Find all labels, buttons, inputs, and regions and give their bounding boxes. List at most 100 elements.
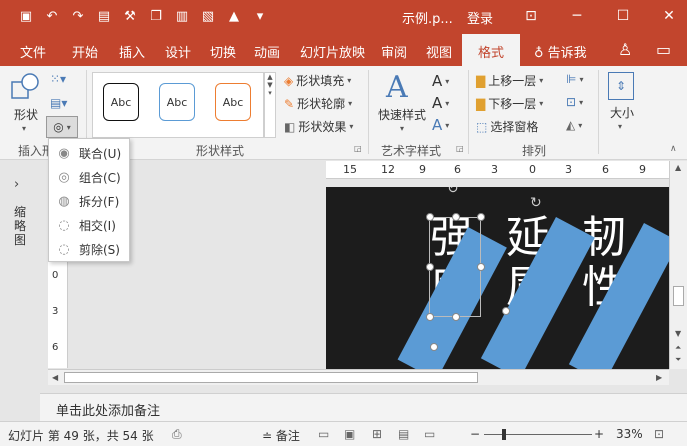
- tell-me-search[interactable]: ♁ 告诉我: [534, 42, 587, 61]
- dialog-launcher-icon[interactable]: ◲: [354, 144, 362, 153]
- bring-forward-button[interactable]: ▇ 上移一层 ▾: [476, 72, 543, 89]
- minimize-icon[interactable]: ─: [554, 4, 600, 28]
- notes-pane[interactable]: 单击此处添加备注: [40, 393, 687, 421]
- wordart-icon[interactable]: A: [386, 70, 408, 105]
- scroll-thumb[interactable]: [64, 372, 478, 383]
- notes-placeholder[interactable]: 单击此处添加备注: [56, 400, 160, 419]
- shape-outline-button[interactable]: ✎ 形状轮廓 ▾: [284, 95, 352, 112]
- rotate-handle-icon[interactable]: ↻: [530, 195, 542, 211]
- comments-status-icon[interactable]: ▭: [318, 427, 329, 441]
- quick-styles-button[interactable]: 快速样式: [378, 106, 426, 123]
- tab-transitions[interactable]: 切换: [210, 42, 236, 61]
- notes-toggle[interactable]: ≐ 备注: [262, 427, 300, 444]
- account-icon[interactable]: ♙: [618, 40, 632, 59]
- align-icon[interactable]: ⊫ ▾: [566, 72, 583, 86]
- resize-handle[interactable]: [426, 213, 434, 221]
- save-icon[interactable]: ▣: [14, 6, 38, 28]
- tab-design[interactable]: 设计: [165, 42, 191, 61]
- shape-label[interactable]: 形状: [14, 106, 38, 123]
- group-icon[interactable]: ⊡ ▾: [566, 95, 583, 109]
- scroll-down-icon[interactable]: ▼: [675, 329, 681, 338]
- collapse-ribbon-icon[interactable]: ∧: [670, 144, 677, 154]
- expand-thumbnails-icon[interactable]: ›: [14, 177, 19, 192]
- slide-canvas[interactable]: 强 度 延 属 韧 性 ↻ ↻: [68, 179, 669, 369]
- text-effects-icon[interactable]: A ▾: [432, 116, 449, 134]
- size-button[interactable]: 大小: [610, 104, 634, 121]
- tab-insert[interactable]: 插入: [119, 42, 145, 61]
- customize-icon[interactable]: ▾: [248, 6, 272, 28]
- resize-handle[interactable]: [452, 313, 460, 321]
- slide-sorter-icon[interactable]: ⊞: [372, 427, 382, 441]
- copy-icon[interactable]: ❐: [144, 6, 168, 28]
- tab-home[interactable]: 开始: [72, 42, 98, 61]
- zoom-out-icon[interactable]: −: [470, 427, 480, 441]
- scroll-right-icon[interactable]: ▶: [656, 373, 662, 382]
- fit-to-window-icon[interactable]: ⊡: [654, 427, 664, 441]
- rotate-handle-icon[interactable]: ↻: [447, 187, 459, 197]
- tab-view[interactable]: 视图: [426, 42, 452, 61]
- size-icon[interactable]: ⇕: [608, 72, 634, 100]
- chevron-down-icon[interactable]: ▾: [400, 124, 404, 133]
- rotate-icon[interactable]: ◭ ▾: [566, 118, 582, 132]
- zoom-level[interactable]: 33%: [616, 427, 643, 441]
- tab-file[interactable]: 文件: [20, 42, 46, 61]
- tab-slideshow[interactable]: 幻灯片放映: [300, 42, 365, 61]
- maximize-icon[interactable]: ☐: [600, 4, 646, 28]
- comments-icon[interactable]: ▭: [656, 40, 671, 59]
- start-icon[interactable]: ▤: [92, 6, 116, 28]
- scroll-thumb[interactable]: [673, 286, 684, 306]
- tab-format[interactable]: 格式: [462, 34, 521, 66]
- menu-item-intersect[interactable]: ◌ 相交(I): [49, 213, 129, 237]
- selection-pane-button[interactable]: ⬚ 选择窗格: [476, 118, 538, 135]
- style-gallery-scroll[interactable]: ▲ ▼ ▾: [264, 72, 276, 138]
- close-icon[interactable]: ✕: [646, 4, 687, 28]
- merge-shapes-button[interactable]: ◎ ▾: [46, 116, 78, 138]
- send-backward-button[interactable]: ▇ 下移一层 ▾: [476, 95, 543, 112]
- more-icon[interactable]: ▲: [222, 6, 246, 28]
- text-outline-icon[interactable]: A ▾: [432, 94, 449, 112]
- shape-fill-button[interactable]: ◈ 形状填充 ▾: [284, 72, 351, 89]
- text-box-icon[interactable]: ▤▾: [50, 96, 67, 110]
- scroll-left-icon[interactable]: ◀: [52, 373, 58, 382]
- tab-animations[interactable]: 动画: [254, 42, 280, 61]
- next-slide-icon[interactable]: ⏷: [675, 355, 681, 365]
- menu-item-combine[interactable]: ◎ 组合(C): [49, 165, 129, 189]
- vertical-scrollbar[interactable]: ▲ ▼ ⏶ ⏷: [669, 161, 687, 369]
- spellcheck-icon[interactable]: ⎙: [172, 427, 182, 442]
- resize-handle[interactable]: [502, 307, 510, 315]
- resize-handle[interactable]: [452, 213, 460, 221]
- resize-handle[interactable]: [426, 263, 434, 271]
- menu-item-union[interactable]: ◉ 联合(U): [49, 141, 129, 165]
- resize-handle[interactable]: [477, 263, 485, 271]
- menu-item-fragment[interactable]: ◍ 拆分(F): [49, 189, 129, 213]
- scroll-up-icon[interactable]: ▲: [675, 163, 681, 172]
- undo-icon[interactable]: ↶: [40, 6, 64, 28]
- shapes-icon[interactable]: ▥: [170, 6, 194, 28]
- shape-gallery-button[interactable]: [10, 72, 40, 100]
- resize-handle[interactable]: [430, 343, 438, 351]
- tab-review[interactable]: 审阅: [381, 42, 407, 61]
- reading-view-icon[interactable]: ▤: [398, 427, 409, 441]
- shape-dropdown-icon[interactable]: ▾: [22, 124, 26, 133]
- edit-shape-icon[interactable]: ⁙▾: [50, 72, 66, 86]
- shape-style-3[interactable]: Abc: [215, 83, 251, 121]
- shape-style-2[interactable]: Abc: [159, 83, 195, 121]
- zoom-slider-thumb[interactable]: [502, 429, 506, 440]
- shape-effects-button[interactable]: ◧ 形状效果 ▾: [284, 118, 353, 135]
- slideshow-icon[interactable]: ▭: [424, 427, 435, 441]
- zoom-slider[interactable]: [484, 434, 592, 435]
- thumbnail-pane-label[interactable]: 缩略图: [14, 205, 28, 247]
- chevron-down-icon[interactable]: ▾: [618, 122, 622, 131]
- paste-icon[interactable]: ▧: [196, 6, 220, 28]
- zoom-in-icon[interactable]: +: [594, 427, 604, 441]
- horizontal-scrollbar[interactable]: ◀ ▶: [48, 369, 669, 385]
- dialog-launcher-icon[interactable]: ◲: [456, 144, 464, 153]
- text-fill-icon[interactable]: A ▾: [432, 72, 449, 90]
- resize-handle[interactable]: [477, 213, 485, 221]
- menu-item-subtract[interactable]: ◌ 剪除(S): [49, 237, 129, 261]
- slide[interactable]: 强 度 延 属 韧 性 ↻ ↻: [326, 187, 669, 369]
- ribbon-display-icon[interactable]: ⊡: [508, 4, 554, 28]
- hammer-icon[interactable]: ⚒: [118, 6, 142, 28]
- normal-view-icon[interactable]: ▣: [344, 427, 355, 441]
- shape-style-1[interactable]: Abc: [103, 83, 139, 121]
